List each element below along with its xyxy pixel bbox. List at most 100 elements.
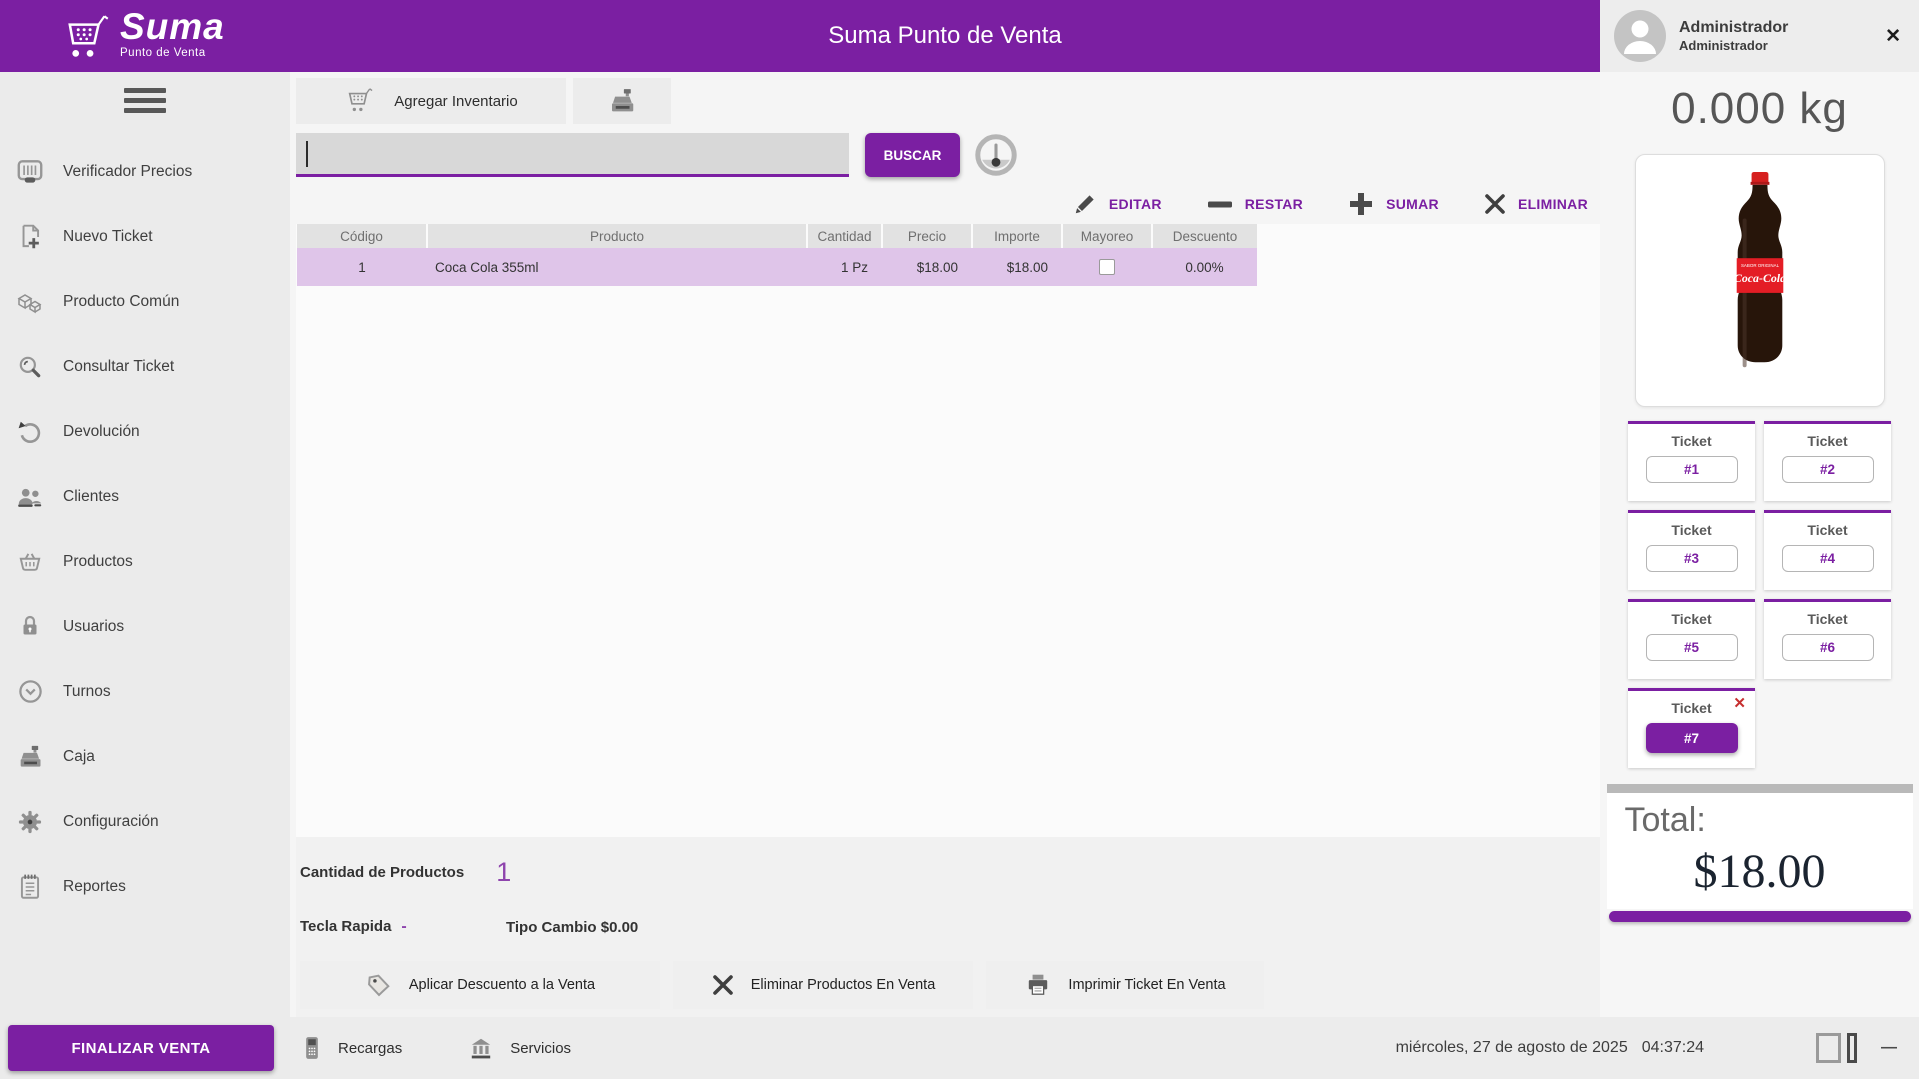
finalizar-venta-button[interactable]: FINALIZAR VENTA — [8, 1025, 274, 1071]
doc-plus-icon — [14, 223, 46, 251]
agregar-inventario-button[interactable]: Agregar Inventario — [296, 78, 566, 124]
ticket-label: Ticket — [1671, 700, 1711, 716]
text-caret — [306, 141, 308, 167]
scale-gauge-icon[interactable] — [973, 132, 1019, 178]
cell-precio: $18.00 — [882, 248, 972, 286]
date-text: miércoles, 27 de agosto de 2025 — [1396, 1039, 1628, 1057]
tag-icon — [365, 971, 393, 999]
user-panel: Administrador Administrador ✕ — [1600, 0, 1919, 72]
window-restore-icon[interactable] — [1816, 1033, 1841, 1063]
window-panel-icon[interactable] — [1847, 1033, 1857, 1063]
sidebar-item-label: Devolución — [63, 423, 140, 441]
cell-mayoreo — [1062, 248, 1152, 286]
tecla-rapida-label: Tecla Rapida — [300, 918, 391, 935]
sidebar-item-reportes[interactable]: Reportes — [0, 854, 290, 919]
sidebar-item-verificador-precios[interactable]: Verificador Precios — [0, 139, 290, 204]
datetime-display: miércoles, 27 de agosto de 2025 04:37:24 — [1396, 1039, 1704, 1057]
coca-cola-bottle-image: SABOR ORIGINAL Coca-Cola — [1713, 167, 1807, 395]
sumar-button[interactable]: SUMAR — [1347, 190, 1439, 218]
sale-table-region: CódigoProductoCantidadPrecioImporteMayor… — [296, 224, 1600, 837]
sidebar-item-configuracion[interactable]: Configuración — [0, 789, 290, 854]
column-header: Precio — [882, 224, 972, 248]
close-window-button[interactable]: ✕ — [1885, 25, 1901, 48]
sidebar-item-clientes[interactable]: Clientes — [0, 464, 290, 529]
sidebar-item-producto-comun[interactable]: Producto Común — [0, 269, 290, 334]
suma-pos-app: Suma Punto de Venta Suma Punto de Venta … — [0, 0, 1919, 1079]
gear-icon — [14, 808, 46, 836]
cell-codigo: 1 — [297, 248, 427, 286]
cash-register-button[interactable] — [573, 78, 671, 124]
column-header: Descuento — [1152, 224, 1257, 248]
eliminar-productos-button[interactable]: Eliminar Productos En Venta — [673, 961, 973, 1009]
sidebar-item-devolucion[interactable]: Devolución — [0, 399, 290, 464]
mayoreo-checkbox[interactable] — [1099, 259, 1115, 275]
action-label: RESTAR — [1245, 196, 1303, 212]
sidebar-item-label: Usuarios — [63, 618, 124, 636]
restar-button[interactable]: RESTAR — [1206, 191, 1303, 217]
menu-icon[interactable] — [124, 88, 166, 113]
xmark-icon — [711, 973, 735, 997]
editar-button[interactable]: EDITAR — [1072, 191, 1162, 217]
ticket-button-1[interactable]: #1 — [1646, 456, 1738, 483]
servicios-button[interactable]: Servicios — [468, 1035, 571, 1061]
mobile-phone-icon — [302, 1035, 322, 1061]
minimize-window-button[interactable]: — — [1881, 1039, 1897, 1057]
brand-logo: Suma Punto de Venta — [58, 8, 225, 64]
sale-table-header: CódigoProductoCantidadPrecioImporteMayor… — [297, 224, 1257, 248]
printer-icon — [1024, 972, 1052, 998]
search-row: BUSCAR — [296, 132, 1600, 178]
sidebar-item-productos[interactable]: Productos — [0, 529, 290, 594]
recargas-button[interactable]: Recargas — [302, 1035, 402, 1061]
sidebar-item-nuevo-ticket[interactable]: Nuevo Ticket — [0, 204, 290, 269]
sidebar-item-usuarios[interactable]: Usuarios — [0, 594, 290, 659]
register-icon — [14, 743, 46, 771]
search-input[interactable] — [296, 133, 849, 177]
ticket-button-4[interactable]: #4 — [1782, 545, 1874, 572]
svg-text:SABOR ORIGINAL: SABOR ORIGINAL — [1740, 263, 1779, 268]
aplicar-descuento-button[interactable]: Aplicar Descuento a la Venta — [300, 961, 660, 1009]
title-bar: Suma Punto de Venta Suma Punto de Venta — [0, 0, 1600, 72]
sidebar-item-consultar-ticket[interactable]: Consultar Ticket — [0, 334, 290, 399]
total-label: Total: — [1607, 801, 1913, 840]
brand-tagline: Punto de Venta — [120, 48, 225, 60]
toolbar: Agregar Inventario — [296, 78, 1600, 124]
sidebar-item-turnos[interactable]: Turnos — [0, 659, 290, 724]
eliminar-button[interactable]: ELIMINAR — [1483, 192, 1588, 216]
right-panel: 0.000 kg SABOR ORIGINAL Coca-Cola Ticket… — [1600, 72, 1919, 1017]
sidebar-item-label: Nuevo Ticket — [63, 228, 153, 246]
plus-icon — [1347, 190, 1375, 218]
total-card: Total: $18.00 — [1607, 784, 1913, 922]
tecla-rapida-value: - — [401, 918, 406, 936]
sidebar-menu: Verificador Precios Nuevo Ticket Producto … — [0, 139, 290, 919]
ticket-button-2[interactable]: #2 — [1782, 456, 1874, 483]
user-name: Administrador — [1679, 18, 1788, 38]
cantidad-productos-value: 1 — [496, 857, 511, 888]
undo-icon — [14, 419, 46, 445]
total-top-divider — [1607, 784, 1913, 793]
total-amount: $18.00 — [1607, 844, 1913, 909]
ticket-card: ✕ Ticket #7 — [1628, 688, 1755, 768]
servicios-label: Servicios — [510, 1040, 571, 1057]
ticket-button-6[interactable]: #6 — [1782, 634, 1874, 661]
page-title: Suma Punto de Venta — [290, 22, 1600, 50]
cell-descuento: 0.00% — [1152, 248, 1257, 286]
ticket-button-5[interactable]: #5 — [1646, 634, 1738, 661]
sidebar-item-caja[interactable]: Caja — [0, 724, 290, 789]
pencil-icon — [1072, 191, 1098, 217]
sidebar-item-label: Clientes — [63, 488, 119, 506]
scale-weight-display: 0.000 kg — [1671, 84, 1848, 134]
product-image-card: SABOR ORIGINAL Coca-Cola — [1635, 154, 1885, 407]
tickets-grid: Ticket#1Ticket#2Ticket#3Ticket#4Ticket#5… — [1628, 421, 1891, 768]
ticket-card: Ticket#2 — [1764, 421, 1891, 501]
clock-icon — [14, 678, 46, 705]
ticket-button-7[interactable]: #7 — [1646, 723, 1738, 753]
bank-icon — [468, 1035, 494, 1061]
ticket-button-3[interactable]: #3 — [1646, 545, 1738, 572]
user-role: Administrador — [1679, 38, 1788, 54]
ticket-label: Ticket — [1671, 433, 1711, 449]
buscar-button[interactable]: BUSCAR — [865, 133, 960, 177]
ticket-close-icon[interactable]: ✕ — [1733, 694, 1746, 712]
imprimir-ticket-button[interactable]: Imprimir Ticket En Venta — [986, 961, 1264, 1009]
action-label: EDITAR — [1109, 196, 1162, 212]
table-row[interactable]: 1Coca Cola 355ml1 Pz$18.00$18.000.00% — [297, 248, 1257, 286]
